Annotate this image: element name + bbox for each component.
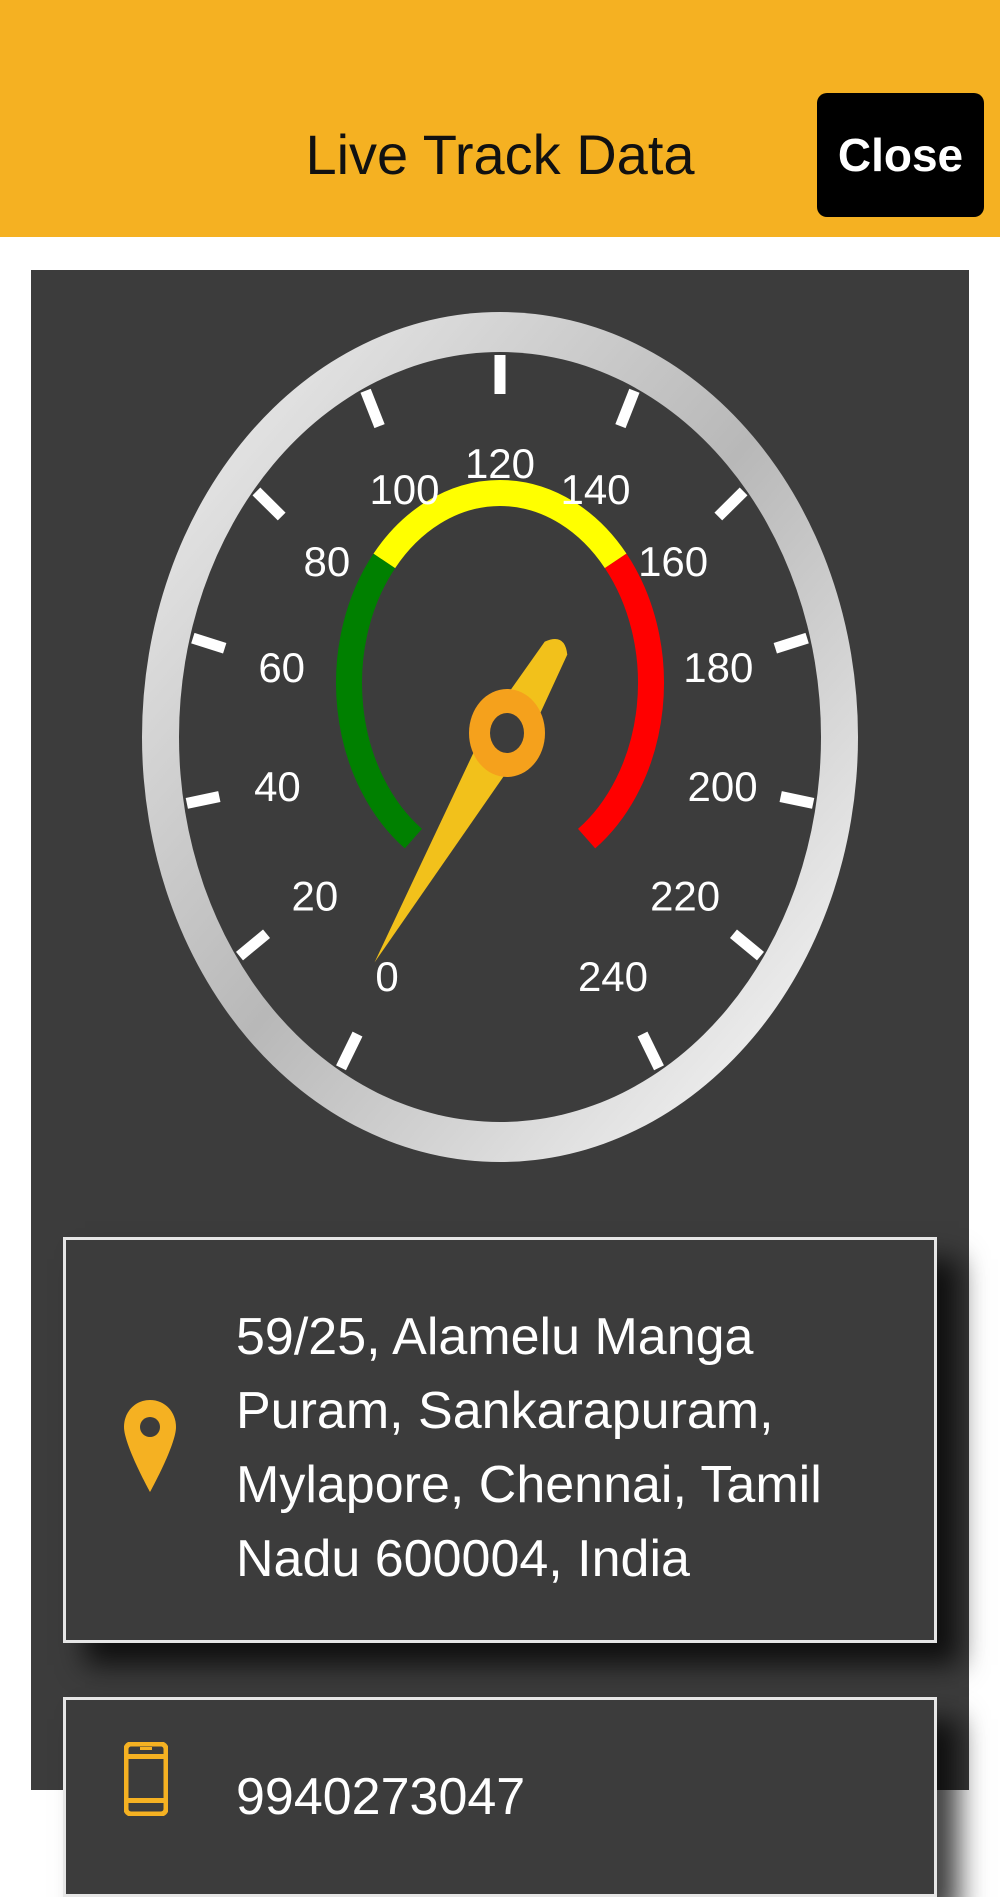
gauge-scale-label: 140 bbox=[560, 466, 630, 513]
phone-card: 9940273047 bbox=[63, 1697, 937, 1897]
gauge-scale-label: 120 bbox=[465, 440, 535, 487]
gauge-scale-label: 160 bbox=[638, 538, 708, 585]
gauge-scale-label: 40 bbox=[254, 763, 301, 810]
gauge-scale-label: 240 bbox=[578, 953, 648, 1000]
address-card: 59/25, Alamelu Manga Puram, Sankarapuram… bbox=[63, 1237, 937, 1643]
mobile-phone-icon bbox=[124, 1742, 168, 1816]
gauge-scale-label: 220 bbox=[650, 873, 720, 920]
gauge-scale-label: 80 bbox=[304, 538, 351, 585]
address-text: 59/25, Alamelu Manga Puram, Sankarapuram… bbox=[236, 1308, 822, 1588]
gauge-needle-hub-center bbox=[490, 713, 524, 753]
gauge-tick bbox=[185, 791, 221, 809]
gauge-scale-label: 180 bbox=[683, 644, 753, 691]
map-pin-icon bbox=[124, 1400, 176, 1492]
gauge-scale-label: 100 bbox=[369, 466, 439, 513]
gauge-scale-label: 0 bbox=[375, 953, 398, 1000]
gauge-scale-label: 60 bbox=[258, 644, 305, 691]
phone-number[interactable]: 9940273047 bbox=[236, 1760, 525, 1834]
gauge-scale-label: 200 bbox=[688, 763, 758, 810]
gauge-tick bbox=[779, 791, 815, 809]
gauge-scale-label: 20 bbox=[292, 873, 339, 920]
